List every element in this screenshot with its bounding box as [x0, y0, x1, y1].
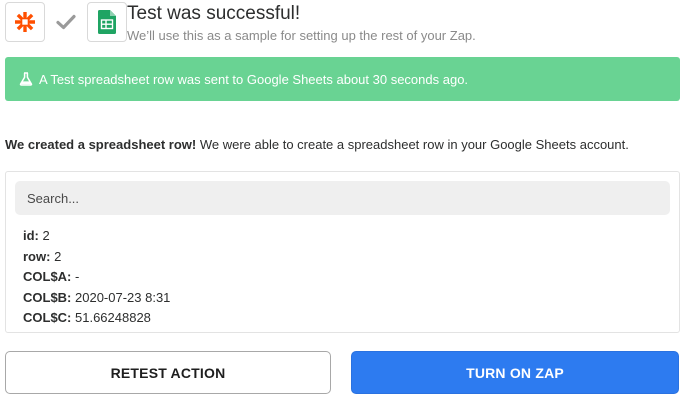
zap-test-result-page: Test was successful! We’ll use this as a… [0, 0, 690, 402]
result-description-rest: We were able to create a spreadsheet row… [196, 137, 629, 152]
field-key: row: [23, 248, 51, 264]
field-value: - [71, 269, 80, 285]
flask-icon [19, 72, 33, 86]
field-list: id: 2 row: 2 COL$A: - COL$B: 2020-07-23 … [23, 226, 170, 329]
turn-on-zap-button[interactable]: TURN ON ZAP [351, 351, 679, 394]
page-subtitle: We’ll use this as a sample for setting u… [127, 28, 476, 43]
success-banner-text: A Test spreadsheet row was sent to Googl… [39, 71, 469, 87]
google-sheets-icon [98, 10, 116, 34]
result-heading: Test was successful! We’ll use this as a… [127, 3, 647, 43]
zapier-app-box [5, 2, 45, 42]
field-value: 2 [38, 228, 50, 243]
field-row-col-a: COL$A: - [23, 267, 170, 288]
field-value: 2020-07-23 8:31 [71, 289, 171, 305]
field-key: COL$C: [23, 310, 72, 326]
page-title: Test was successful! [127, 3, 301, 24]
retest-action-button[interactable]: RETEST ACTION [5, 351, 331, 394]
google-sheets-app-box [87, 2, 127, 42]
field-row-col-c: COL$C: 51.66248828 [23, 308, 170, 329]
result-description-bold: We created a spreadsheet row! [5, 137, 197, 152]
field-value: 2 [50, 248, 62, 264]
field-row-id: id: 2 [23, 226, 170, 247]
field-row-col-b: COL$B: 2020-07-23 8:31 [23, 288, 170, 309]
search-input[interactable] [15, 181, 670, 215]
success-banner: A Test spreadsheet row was sent to Googl… [5, 57, 680, 101]
field-key: COL$B: [23, 289, 72, 305]
checkmark-icon [51, 2, 81, 42]
field-key: COL$A: [23, 269, 72, 285]
data-panel: id: 2 row: 2 COL$A: - COL$B: 2020-07-23 … [5, 171, 680, 333]
field-key: id: [23, 228, 39, 243]
app-icons-row [5, 2, 127, 42]
zapier-logo-icon [15, 12, 35, 32]
result-description: We created a spreadsheet row! We were ab… [5, 137, 629, 152]
field-row-row: row: 2 [23, 247, 170, 268]
field-value: 51.66248828 [71, 310, 151, 326]
